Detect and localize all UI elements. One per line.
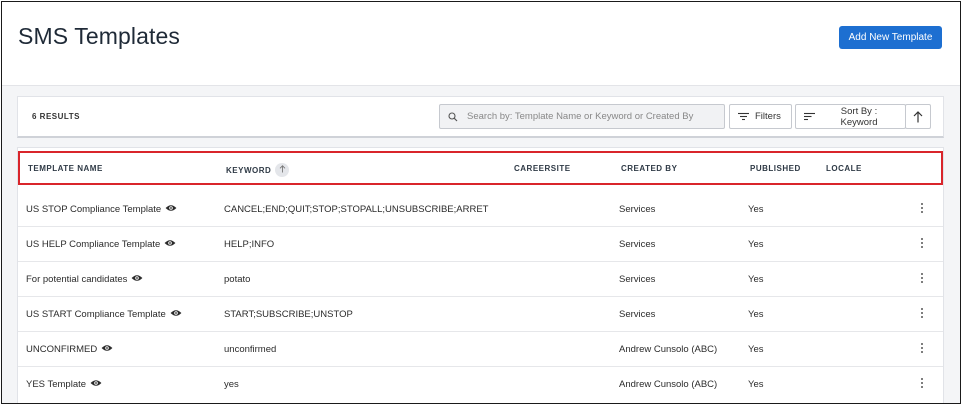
keyword-cell: yes (224, 379, 239, 390)
eye-icon[interactable] (170, 309, 182, 317)
sort-by-button[interactable]: Sort By : Keyword (795, 104, 906, 129)
eye-icon[interactable] (165, 204, 177, 212)
column-keyword[interactable]: KEYWORD (226, 163, 290, 178)
table-row[interactable]: UNCONFIRMED unconfirmed Andrew Cunsolo (… (18, 332, 943, 367)
eye-icon[interactable] (101, 344, 113, 352)
kebab-menu-icon[interactable] (919, 306, 925, 322)
template-name: US HELP Compliance Template (26, 239, 161, 250)
template-name: UNCONFIRMED (26, 344, 98, 355)
eye-icon[interactable] (164, 239, 176, 247)
eye-icon[interactable] (131, 274, 143, 282)
page-title: SMS Templates (18, 23, 180, 49)
kebab-menu-icon[interactable] (919, 201, 925, 217)
keyword-cell: CANCEL;END;QUIT;STOP;STOPALL;UNSUBSCRIBE… (224, 204, 489, 215)
sort-label: Sort By : Keyword (840, 105, 878, 128)
arrow-up-icon (913, 110, 923, 122)
add-new-template-button[interactable]: Add New Template (839, 26, 942, 49)
column-careersite[interactable]: CAREERSITE (514, 164, 571, 173)
template-name-cell[interactable]: US HELP Compliance Template (26, 239, 176, 250)
filters-button[interactable]: Filters (729, 104, 792, 129)
filter-lines-icon (738, 112, 749, 121)
page-frame: SMS Templates Add New Template 6 RESULTS… (1, 1, 961, 404)
templates-table: TEMPLATE NAME KEYWORD CAREERSITE CREATED… (17, 147, 944, 403)
page-header: SMS Templates Add New Template (2, 2, 960, 86)
sort-ascending-icon[interactable] (275, 163, 290, 177)
column-keyword-label: KEYWORD (226, 166, 272, 176)
results-toolbar: 6 RESULTS Filters Sort By : Keyword (17, 96, 944, 138)
table-row[interactable]: US HELP Compliance Template HELP;INFO Se… (18, 227, 943, 262)
keyword-cell: potato (224, 274, 251, 285)
created-by-cell: Andrew Cunsolo (ABC) (619, 344, 718, 355)
table-row[interactable]: US STOP Compliance Template CANCEL;END;Q… (18, 192, 943, 227)
created-by-cell: Andrew Cunsolo (ABC) (619, 379, 718, 390)
published-cell: Yes (748, 204, 764, 215)
column-created-by[interactable]: CREATED BY (621, 164, 677, 173)
template-name-cell[interactable]: UNCONFIRMED (26, 344, 113, 355)
template-name: YES Template (26, 379, 87, 390)
sort-direction-button[interactable] (905, 104, 931, 129)
keyword-cell: HELP;INFO (224, 239, 275, 250)
created-by-cell: Services (619, 239, 656, 250)
sort-lines-icon (804, 112, 815, 121)
search-icon (448, 111, 458, 121)
kebab-menu-icon[interactable] (919, 236, 925, 252)
published-cell: Yes (748, 274, 764, 285)
published-cell: Yes (748, 309, 764, 320)
created-by-cell: Services (619, 309, 656, 320)
search-input[interactable] (467, 111, 717, 122)
table-row[interactable]: YES Template yes Andrew Cunsolo (ABC) Ye… (18, 367, 943, 402)
template-name: US START Compliance Template (26, 309, 166, 320)
published-cell: Yes (748, 344, 764, 355)
column-template-name[interactable]: TEMPLATE NAME (28, 164, 103, 173)
column-published[interactable]: PUBLISHED (750, 164, 801, 173)
published-cell: Yes (748, 379, 764, 390)
keyword-cell: START;SUBSCRIBE;UNSTOP (224, 309, 353, 320)
template-name: US STOP Compliance Template (26, 204, 162, 215)
table-row[interactable]: For potential candidates potato Services… (18, 262, 943, 297)
kebab-menu-icon[interactable] (919, 341, 925, 357)
column-locale[interactable]: LOCALE (826, 164, 862, 173)
created-by-cell: Services (619, 274, 656, 285)
eye-icon[interactable] (90, 379, 102, 387)
kebab-menu-icon[interactable] (919, 271, 925, 287)
template-name-cell[interactable]: For potential candidates (26, 274, 143, 285)
template-name-cell[interactable]: US START Compliance Template (26, 309, 182, 320)
filters-label: Filters (755, 111, 781, 122)
template-name-cell[interactable]: US STOP Compliance Template (26, 204, 177, 215)
table-row[interactable]: US START Compliance Template START;SUBSC… (18, 297, 943, 332)
template-name-cell[interactable]: YES Template (26, 379, 102, 390)
table-header: TEMPLATE NAME KEYWORD CAREERSITE CREATED… (18, 151, 943, 185)
template-name: For potential candidates (26, 274, 128, 285)
created-by-cell: Services (619, 204, 656, 215)
keyword-cell: unconfirmed (224, 344, 277, 355)
kebab-menu-icon[interactable] (919, 376, 925, 392)
search-box[interactable] (439, 104, 725, 129)
results-count: 6 RESULTS (32, 112, 80, 121)
published-cell: Yes (748, 239, 764, 250)
